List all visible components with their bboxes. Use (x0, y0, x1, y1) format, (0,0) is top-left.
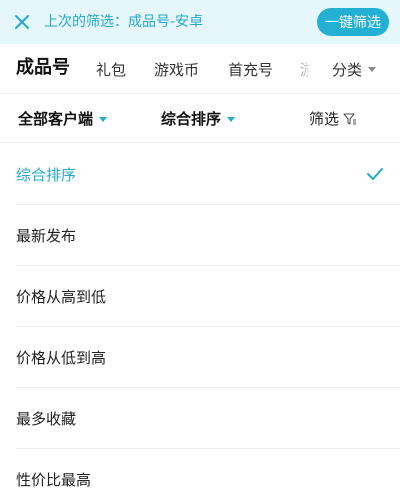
tab-strip: 成品号 礼包 游戏币 首充号 游 (0, 44, 310, 93)
sort-option-label: 最多收藏 (16, 409, 77, 428)
sort-option-price-low-high[interactable]: 价格从低到高 (16, 327, 400, 388)
caret-down-icon (227, 116, 236, 122)
sort-option-label: 价格从高到低 (16, 287, 107, 306)
last-filter-text: 上次的筛选：成品号-安卓 (44, 14, 204, 30)
filter-bar: 全部客户端 综合排序 筛选 (0, 95, 400, 143)
funnel-icon (343, 113, 357, 125)
sort-label: 综合排序 (161, 110, 222, 128)
sort-option-most-favorited[interactable]: 最多收藏 (16, 388, 400, 449)
category-tabs: 成品号 礼包 游戏币 首充号 游 分类 (0, 44, 400, 94)
filter-label: 筛选 (309, 110, 340, 128)
sort-option-label: 价格从低到高 (16, 348, 107, 367)
caret-down-icon (368, 66, 377, 72)
filter-button[interactable]: 筛选 (309, 108, 357, 130)
sort-option-label: 性价比最高 (16, 470, 92, 489)
sort-options-list: 综合排序 最新发布 价格从高到低 价格从低到高 最多收藏 性价比最高 (0, 144, 400, 501)
tab-finished-account[interactable]: 成品号 (16, 57, 70, 79)
tab-first-recharge[interactable]: 首充号 (228, 59, 273, 81)
sort-dropdown[interactable]: 综合排序 (161, 108, 236, 130)
sort-option-label: 最新发布 (16, 226, 77, 245)
sort-option-best-value[interactable]: 性价比最高 (16, 449, 400, 501)
caret-down-icon (99, 116, 108, 122)
client-filter-label: 全部客户端 (18, 110, 94, 128)
category-label: 分类 (332, 60, 363, 79)
sort-option-label: 综合排序 (16, 165, 77, 184)
last-filter-banner: 上次的筛选：成品号-安卓 一键筛选 (0, 0, 400, 44)
tab-game-coins[interactable]: 游戏币 (154, 59, 199, 81)
category-dropdown[interactable]: 分类 (318, 44, 400, 93)
one-click-filter-button[interactable]: 一键筛选 (317, 8, 389, 36)
tab-gift-pack[interactable]: 礼包 (96, 59, 126, 81)
sort-option-comprehensive[interactable]: 综合排序 (16, 144, 400, 205)
tab-fade (288, 44, 312, 93)
client-filter-dropdown[interactable]: 全部客户端 (18, 108, 108, 130)
sort-option-newest[interactable]: 最新发布 (16, 205, 400, 266)
close-icon[interactable] (12, 12, 32, 32)
sort-option-price-high-low[interactable]: 价格从高到低 (16, 266, 400, 327)
check-icon (367, 168, 383, 180)
